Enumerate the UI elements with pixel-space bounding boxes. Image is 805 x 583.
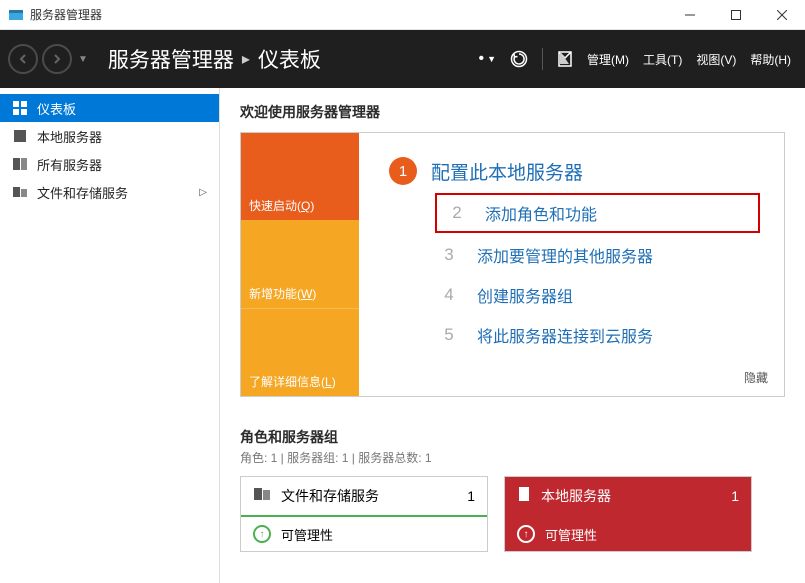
menu-help[interactable]: 帮助(H) xyxy=(750,51,791,68)
sidebar-item-file-storage[interactable]: 文件和存储服务 ▷ xyxy=(0,178,219,206)
breadcrumb-current: 仪表板 xyxy=(258,44,321,74)
window-title: 服务器管理器 xyxy=(30,6,667,23)
sidebar-item-dashboard[interactable]: 仪表板 xyxy=(0,94,219,122)
minimize-button[interactable] xyxy=(667,0,713,30)
tab-learnmore[interactable]: 了解详细信息(L) xyxy=(241,308,359,396)
storage-icon xyxy=(12,184,28,200)
breadcrumb-separator-icon: ▸ xyxy=(242,49,250,69)
welcome-panel: 快速启动(Q) 新增功能(W) 了解详细信息(L) 1 配置此本地服务器 2 添… xyxy=(240,132,785,397)
tile-count: 1 xyxy=(467,488,475,504)
breadcrumb: 服务器管理器 ▸ 仪表板 xyxy=(108,44,321,74)
refresh-button[interactable] xyxy=(510,50,528,68)
tile-local-server[interactable]: 本地服务器 1 ↑ 可管理性 xyxy=(504,476,752,552)
nav-dropdown-icon[interactable]: ▼ xyxy=(78,54,88,65)
header: ▼ 服务器管理器 ▸ 仪表板 • ▼ 管理(M) 工具(T) 视图(V) 帮助(… xyxy=(0,30,805,88)
roles-section-title: 角色和服务器组 xyxy=(220,417,805,449)
tile-file-storage[interactable]: 文件和存储服务 1 ↑ 可管理性 xyxy=(240,476,488,552)
task-number-icon: 4 xyxy=(435,281,463,309)
task-create-group[interactable]: 4 创建服务器组 xyxy=(435,275,760,315)
server-icon xyxy=(12,128,28,144)
tab-quickstart[interactable]: 快速启动(Q) xyxy=(241,133,359,220)
servers-icon xyxy=(12,156,28,172)
tile-row-label: 可管理性 xyxy=(545,525,597,544)
sidebar: 仪表板 本地服务器 所有服务器 文件和存储服务 ▷ xyxy=(0,88,220,583)
body: 仪表板 本地服务器 所有服务器 文件和存储服务 ▷ 欢迎使用服务器管理器 快速启… xyxy=(0,88,805,583)
task-connect-cloud[interactable]: 5 将此服务器连接到云服务 xyxy=(435,315,760,355)
app-icon xyxy=(8,7,24,23)
tile-title: 文件和存储服务 xyxy=(281,486,457,506)
server-icon xyxy=(517,486,531,507)
tab-whatsnew[interactable]: 新增功能(W) xyxy=(241,220,359,307)
storage-icon xyxy=(253,486,271,507)
tile-title: 本地服务器 xyxy=(541,486,721,506)
menu-manage[interactable]: 管理(M) xyxy=(587,51,629,68)
task-label: 将此服务器连接到云服务 xyxy=(477,323,653,347)
close-button[interactable] xyxy=(759,0,805,30)
task-add-servers[interactable]: 3 添加要管理的其他服务器 xyxy=(435,235,760,275)
main-content: 欢迎使用服务器管理器 快速启动(Q) 新增功能(W) 了解详细信息(L) 1 配… xyxy=(220,88,805,583)
roles-section-subtitle: 角色: 1 | 服务器组: 1 | 服务器总数: 1 xyxy=(220,449,805,476)
sidebar-item-label: 仪表板 xyxy=(37,99,76,118)
refresh-dropdown[interactable]: • ▼ xyxy=(478,50,496,68)
tile-count: 1 xyxy=(731,488,739,504)
dashboard-icon xyxy=(12,100,28,116)
tile-row-label: 可管理性 xyxy=(281,525,333,544)
side-tabs: 快速启动(Q) 新增功能(W) 了解详细信息(L) xyxy=(241,133,359,396)
sidebar-item-all-servers[interactable]: 所有服务器 xyxy=(0,150,219,178)
status-ok-icon: ↑ xyxy=(253,525,271,543)
welcome-title: 欢迎使用服务器管理器 xyxy=(220,88,805,132)
tile-header: 本地服务器 1 xyxy=(505,477,751,517)
hide-link[interactable]: 隐藏 xyxy=(744,369,768,386)
tile-header: 文件和存储服务 1 xyxy=(241,477,487,517)
task-number-icon: 3 xyxy=(435,241,463,269)
task-configure-server[interactable]: 1 配置此本地服务器 xyxy=(389,151,760,191)
menu-view[interactable]: 视图(V) xyxy=(696,51,736,68)
tile-row-manageability[interactable]: ↑ 可管理性 xyxy=(505,517,751,551)
nav-arrows: ▼ xyxy=(0,44,96,74)
task-label: 添加要管理的其他服务器 xyxy=(477,243,653,267)
task-number-icon: 5 xyxy=(435,321,463,349)
task-label: 创建服务器组 xyxy=(477,283,573,307)
sidebar-item-label: 本地服务器 xyxy=(37,127,102,146)
sidebar-item-local-server[interactable]: 本地服务器 xyxy=(0,122,219,150)
menu-tools[interactable]: 工具(T) xyxy=(643,51,682,68)
status-ok-icon: ↑ xyxy=(517,525,535,543)
tiles: 文件和存储服务 1 ↑ 可管理性 本地服务器 1 ↑ 可管理性 xyxy=(220,476,805,552)
separator xyxy=(542,48,543,70)
sidebar-item-label: 文件和存储服务 xyxy=(37,183,128,202)
nav-back-button[interactable] xyxy=(8,44,38,74)
breadcrumb-root[interactable]: 服务器管理器 xyxy=(108,44,234,74)
task-number-icon: 2 xyxy=(443,199,471,227)
task-add-roles[interactable]: 2 添加角色和功能 xyxy=(435,193,760,233)
maximize-button[interactable] xyxy=(713,0,759,30)
chevron-right-icon: ▷ xyxy=(199,187,207,198)
tile-row-manageability[interactable]: ↑ 可管理性 xyxy=(241,517,487,551)
task-label: 配置此本地服务器 xyxy=(431,158,583,185)
sidebar-item-label: 所有服务器 xyxy=(37,155,102,174)
tasks: 1 配置此本地服务器 2 添加角色和功能 3 添加要管理的其他服务器 4 创建服… xyxy=(359,133,784,396)
titlebar: 服务器管理器 xyxy=(0,0,805,30)
nav-forward-button[interactable] xyxy=(42,44,72,74)
task-label: 添加角色和功能 xyxy=(485,201,597,225)
notifications-icon[interactable] xyxy=(557,50,573,68)
header-right: • ▼ 管理(M) 工具(T) 视图(V) 帮助(H) xyxy=(478,48,805,70)
task-number-icon: 1 xyxy=(389,157,417,185)
